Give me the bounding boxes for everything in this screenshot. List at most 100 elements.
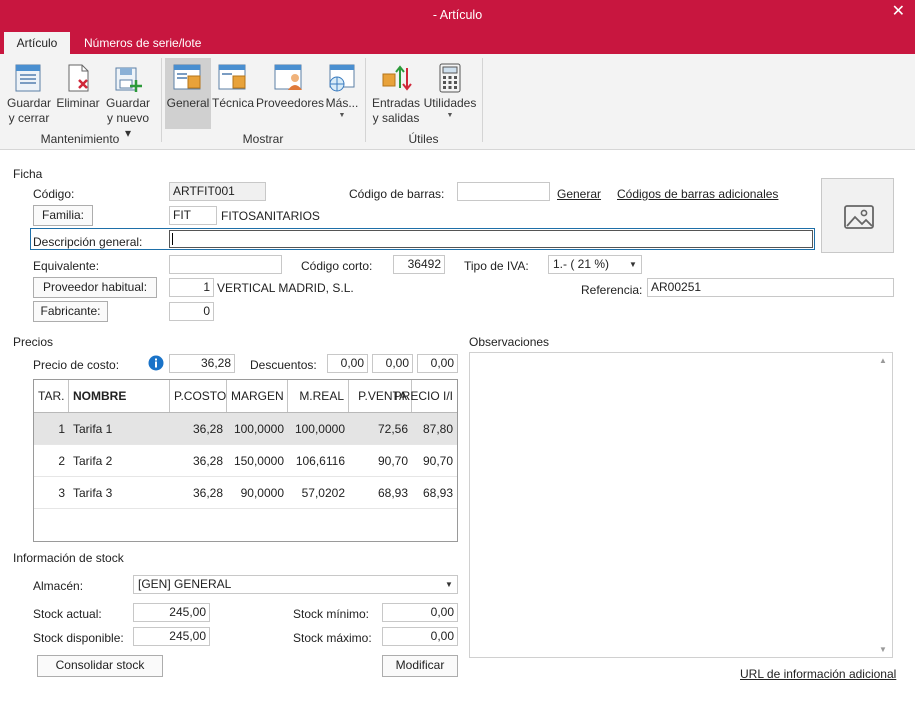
codigo-corto-label: Código corto:	[301, 259, 373, 273]
descripcion-input[interactable]	[169, 230, 813, 248]
cell-margen: 150,0000	[233, 454, 284, 468]
proveedores-button[interactable]: Proveedores	[256, 58, 324, 111]
fabricante-field[interactable]: 0	[169, 302, 214, 321]
chevron-down-icon[interactable]: ▼	[441, 576, 457, 593]
utilidades-button[interactable]: Utilidades ▼	[423, 58, 477, 120]
cell-tar: 1	[58, 422, 65, 436]
descuento-1-field[interactable]: 0,00	[327, 354, 368, 373]
url-info-link[interactable]: URL de información adicional	[740, 667, 896, 681]
stock-maximo-label: Stock máximo:	[293, 631, 372, 645]
fabricante-button[interactable]: Fabricante:	[33, 301, 108, 322]
descuentos-label: Descuentos:	[250, 358, 317, 372]
image-icon	[844, 205, 874, 229]
stock-minimo-field[interactable]: 0,00	[382, 603, 458, 622]
cell-pcosto: 36,28	[192, 422, 223, 436]
save-close-label-1: Guardar	[6, 96, 52, 110]
codigo-barras-field[interactable]	[457, 182, 550, 201]
entradas-salidas-button[interactable]: Entradas y salidas	[371, 58, 421, 126]
col-precio-ii[interactable]: PRECIO I/I	[394, 380, 457, 412]
stock-actual-label: Stock actual:	[33, 607, 102, 621]
chevron-down-icon[interactable]: ▼	[625, 256, 641, 273]
stock-disponible-label: Stock disponible:	[33, 631, 124, 645]
save-new-button[interactable]: Guardar y nuevo ▾	[103, 58, 153, 141]
stock-maximo-field[interactable]: 0,00	[382, 627, 458, 646]
general-button[interactable]: General	[165, 58, 211, 129]
scroll-down-icon[interactable]: ▼	[879, 645, 887, 654]
ribbon: Guardar y cerrar Eliminar Guardar y nuev…	[0, 54, 915, 150]
cell-pventa: 68,93	[377, 486, 408, 500]
image-placeholder[interactable]	[821, 178, 894, 253]
familia-name: FITOSANITARIOS	[221, 209, 320, 223]
entradas-label-1: Entradas	[371, 96, 421, 110]
save-new-icon	[115, 67, 142, 92]
ribbon-separator	[161, 58, 162, 142]
scroll-up-icon[interactable]: ▲	[879, 356, 887, 365]
calculator-icon	[439, 63, 461, 93]
cell-margen: 100,0000	[233, 422, 284, 436]
info-icon[interactable]	[148, 355, 164, 371]
table-row[interactable]: 1 Tarifa 1 36,28 100,0000 100,0000 72,56…	[34, 413, 457, 445]
codigo-barras-label: Código de barras:	[349, 187, 445, 201]
tab-articulo[interactable]: Artículo	[4, 32, 70, 54]
tarifas-grid[interactable]: TAR. NOMBRE P.COSTO MARGEN M.REAL P.VENT…	[33, 379, 458, 542]
codigos-adicionales-link[interactable]: Códigos de barras adicionales	[617, 187, 778, 201]
equivalente-field[interactable]	[169, 255, 282, 274]
delete-document-icon	[68, 64, 89, 92]
stock-minimo-label: Stock mínimo:	[293, 607, 370, 621]
save-close-button[interactable]: Guardar y cerrar	[6, 58, 52, 126]
col-margen[interactable]: MARGEN	[227, 380, 288, 412]
precio-costo-field[interactable]: 36,28	[169, 354, 235, 373]
ribbon-separator	[482, 58, 483, 142]
consolidar-stock-button[interactable]: Consolidar stock	[37, 655, 163, 677]
almacen-select[interactable]: [GEN] GENERAL ▼	[133, 575, 458, 594]
mas-view-icon	[329, 64, 355, 92]
tab-numeros-serie[interactable]: Números de serie/lote	[84, 32, 201, 54]
referencia-field[interactable]: AR00251	[647, 278, 894, 297]
stock-actual-field[interactable]: 245,00	[133, 603, 210, 622]
col-nombre[interactable]: NOMBRE	[69, 380, 170, 412]
title-bar: - Artículo ✕ Artículo Números de serie/l…	[0, 0, 915, 54]
cell-pventa: 90,70	[377, 454, 408, 468]
table-row[interactable]: 2 Tarifa 2 36,28 150,0000 106,6116 90,70…	[34, 445, 457, 477]
general-label: General	[166, 96, 210, 110]
delete-button[interactable]: Eliminar	[55, 58, 101, 111]
cell-pcosto: 36,28	[192, 486, 223, 500]
proveedor-habitual-button[interactable]: Proveedor habitual:	[33, 277, 157, 298]
cell-precio-ii: 68,93	[422, 486, 453, 500]
tipo-iva-select[interactable]: 1.- ( 21 %) ▼	[548, 255, 642, 274]
codigo-field[interactable]: ARTFIT001	[169, 182, 266, 201]
col-mreal[interactable]: M.REAL	[288, 380, 349, 412]
tipo-iva-label: Tipo de IVA:	[464, 259, 529, 273]
cell-nombre: Tarifa 2	[73, 454, 113, 468]
modificar-button[interactable]: Modificar	[382, 655, 458, 677]
codigo-corto-field[interactable]: 36492	[393, 255, 445, 274]
close-icon[interactable]: ✕	[892, 4, 905, 20]
save-new-label-1: Guardar	[105, 96, 151, 110]
descuento-2-field[interactable]: 0,00	[372, 354, 413, 373]
table-row[interactable]: 3 Tarifa 3 36,28 90,0000 57,0202 68,93 6…	[34, 477, 457, 509]
col-tar[interactable]: TAR.	[34, 380, 69, 412]
mas-button[interactable]: Más... ▼	[323, 58, 361, 120]
familia-button[interactable]: Familia:	[33, 205, 93, 226]
group-mostrar: Mostrar	[242, 132, 284, 146]
chevron-down-icon: ▼	[338, 112, 346, 119]
group-mantenimiento: Mantenimiento	[40, 132, 120, 146]
save-close-label-2: y cerrar	[8, 111, 50, 125]
generar-link[interactable]: Generar	[557, 187, 601, 201]
tecnica-button[interactable]: Técnica	[212, 58, 254, 111]
proveedor-code-field[interactable]: 1	[169, 278, 214, 297]
observaciones-textarea[interactable]: ▲ ▼	[469, 352, 893, 658]
observaciones-scrollbar[interactable]: ▲ ▼	[876, 353, 892, 657]
almacen-label: Almacén:	[33, 579, 84, 593]
chevron-down-icon: ▼	[446, 112, 454, 119]
cell-nombre: Tarifa 3	[73, 486, 113, 500]
almacen-value: [GEN] GENERAL	[138, 577, 232, 591]
descuento-3-field[interactable]: 0,00	[417, 354, 458, 373]
section-ficha: Ficha	[13, 167, 43, 181]
cell-margen: 90,0000	[240, 486, 284, 500]
col-pcosto[interactable]: P.COSTO	[170, 380, 227, 412]
equivalente-label: Equivalente:	[33, 259, 100, 273]
stock-disponible-field[interactable]: 245,00	[133, 627, 210, 646]
cell-nombre: Tarifa 1	[73, 422, 113, 436]
familia-code-field[interactable]: FIT	[169, 206, 217, 225]
